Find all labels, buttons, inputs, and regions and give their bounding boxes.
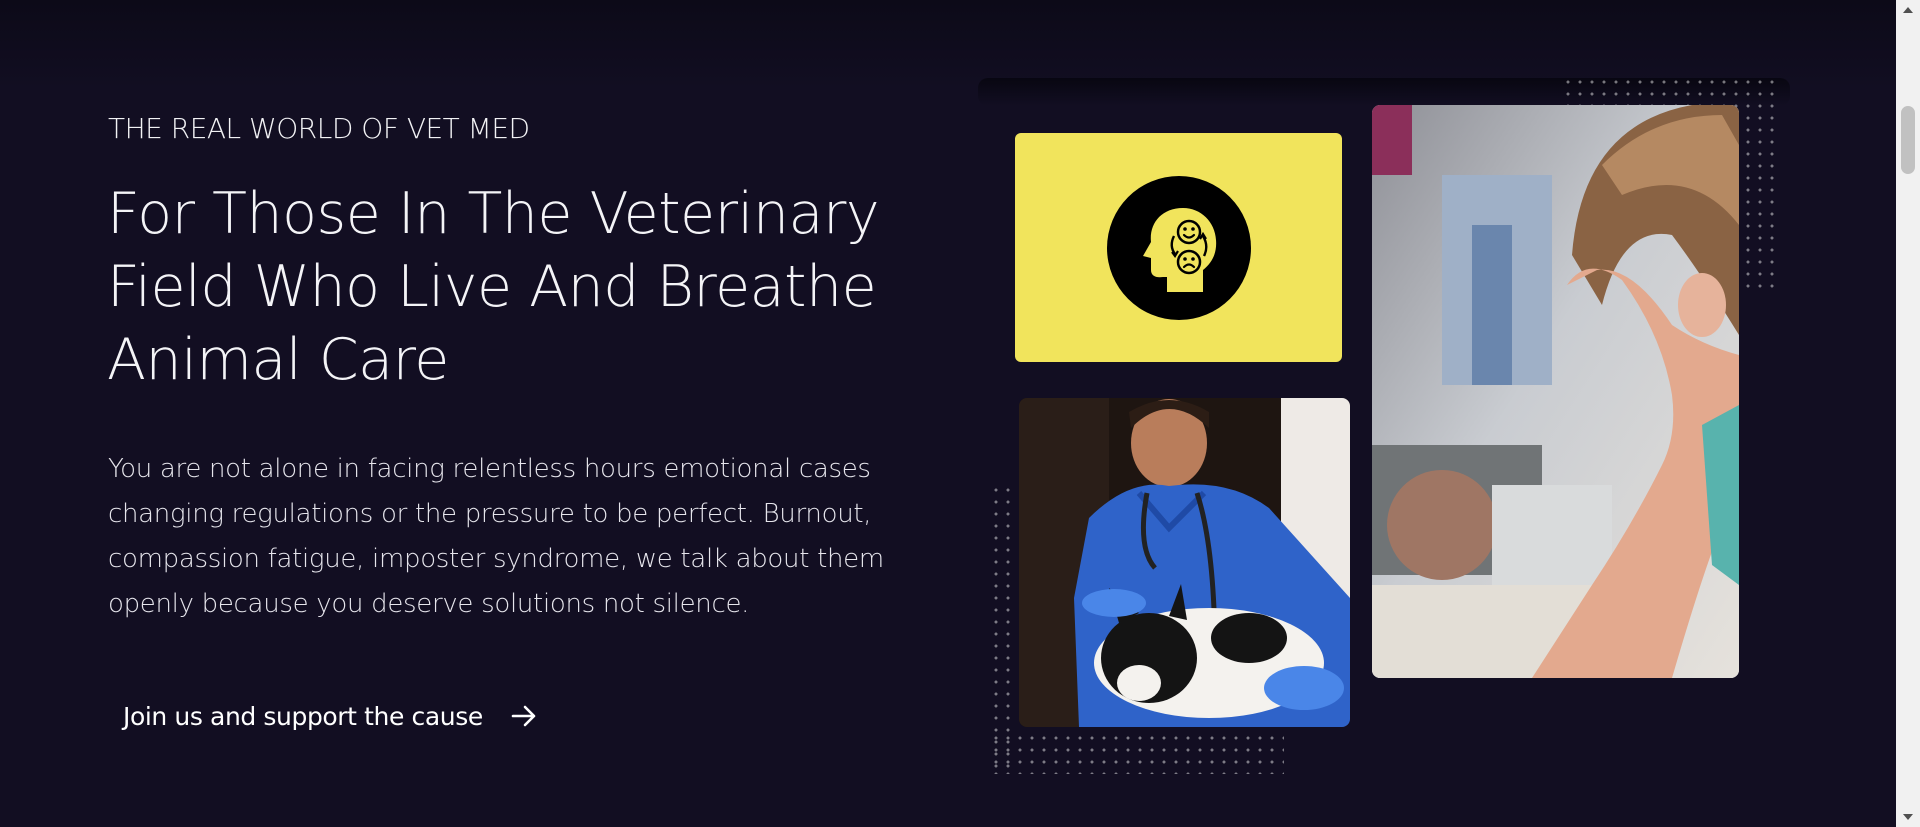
dot-pattern-decoration [990,484,1010,774]
section-eyebrow: THE REAL WORLD OF VET MED [108,112,530,145]
join-cause-label: Join us and support the cause [123,701,483,731]
scroll-up-arrow-icon[interactable] [1896,0,1920,20]
veterinarian-with-french-bulldog-photo [1019,398,1350,727]
description-line: You are not alone in facing relentless h… [108,454,871,484]
stressed-woman-covering-face-photo [1372,105,1739,678]
hero-description: You are not alone in facing relentless h… [108,447,898,627]
description-line: openly because you deserve solutions not… [108,589,750,619]
icon-badge [1106,175,1251,320]
description-line: compassion fatigue, imposter syndrome, w… [108,544,884,574]
headline-line: Field Who Live And Breathe [107,254,877,320]
join-cause-button[interactable]: Join us and support the cause [108,691,554,741]
scrollbar-thumb[interactable] [1901,106,1915,174]
arrow-right-icon [511,705,536,727]
hero-section: THE REAL WORLD OF VET MED For Those In T… [0,0,1896,827]
hero-headline: For Those In The Veterinary Field Who Li… [107,178,907,397]
scroll-down-arrow-icon[interactable] [1896,807,1920,827]
mental-health-card [1015,133,1342,362]
headline-line: Animal Care [107,327,449,393]
headline-line: For Those In The Veterinary [107,181,880,247]
dot-pattern-decoration [990,732,1284,774]
description-line: changing regulations or the pressure to … [108,499,872,529]
vertical-scrollbar[interactable] [1896,0,1920,827]
head-emotions-cycle-icon [1142,207,1216,292]
